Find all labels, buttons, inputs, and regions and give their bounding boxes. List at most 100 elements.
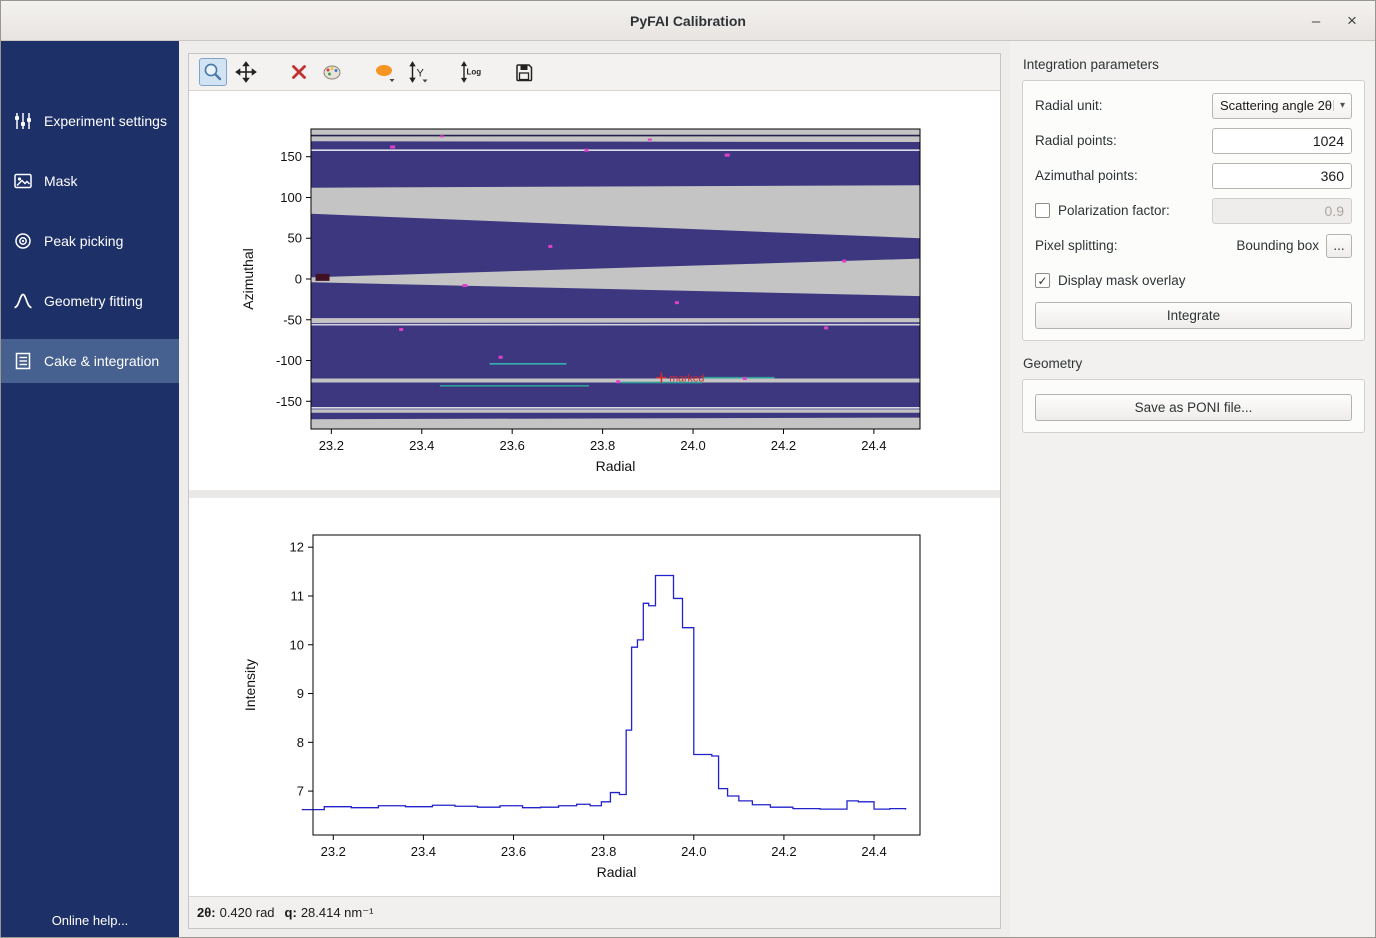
cake-plot[interactable]: marked23.223.423.623.824.024.224.4-150-1…: [189, 91, 1000, 490]
svg-text:23.2: 23.2: [321, 844, 346, 859]
chevron-down-icon: [423, 80, 428, 83]
svg-text:23.8: 23.8: [590, 438, 615, 453]
tth-value: 0.420 rad: [220, 905, 275, 920]
log-axis-icon: Log: [459, 61, 483, 83]
geometry-title: Geometry: [1023, 356, 1365, 371]
online-help-link[interactable]: Online help...: [1, 913, 179, 928]
radial-unit-value: Scattering angle 2θ: [1213, 98, 1333, 113]
sidebar-item-label: Experiment settings: [44, 113, 167, 129]
svg-text:-50: -50: [283, 312, 302, 327]
svg-text:24.0: 24.0: [681, 844, 706, 859]
colormap-button[interactable]: [318, 58, 346, 86]
clear-button[interactable]: [285, 58, 313, 86]
ellipse-icon: [374, 61, 396, 83]
save-poni-button[interactable]: Save as PONI file...: [1035, 394, 1352, 421]
check-icon: ✓: [1037, 274, 1047, 288]
svg-text:23.4: 23.4: [411, 844, 436, 859]
pixel-splitting-value: Bounding box: [1236, 238, 1319, 253]
aspect-ratio-button[interactable]: [371, 58, 399, 86]
svg-text:11: 11: [291, 588, 305, 603]
svg-text:Azimuthal: Azimuthal: [240, 248, 256, 309]
y-axis-direction-button[interactable]: Y: [404, 58, 432, 86]
svg-text:23.6: 23.6: [500, 438, 525, 453]
integration-list-icon: [11, 351, 35, 371]
mask-overlay-checkbox[interactable]: ✓: [1035, 273, 1050, 288]
plot-toolbar: Y Log: [189, 54, 1000, 91]
sidebar-item-label: Peak picking: [44, 233, 123, 249]
geometry-groupbox: Save as PONI file...: [1022, 379, 1365, 433]
peak-curve-icon: [11, 291, 35, 311]
chevron-down-icon: ▾: [1333, 100, 1351, 111]
palette-icon: [321, 61, 343, 83]
sidebar-item-geometry-fitting[interactable]: Geometry fitting: [1, 279, 179, 323]
svg-text:23.2: 23.2: [319, 438, 344, 453]
sidebar-item-label: Cake & integration: [44, 353, 159, 369]
svg-text:-150: -150: [276, 394, 302, 409]
azimuthal-points-input[interactable]: 360: [1212, 163, 1352, 189]
svg-text:24.2: 24.2: [771, 438, 796, 453]
polarization-row: Polarization factor: 0.9: [1035, 197, 1352, 224]
magnifier-icon: [202, 61, 224, 83]
floppy-disk-icon: [513, 61, 535, 83]
svg-text:9: 9: [297, 686, 304, 701]
titlebar: PyFAI Calibration – ×: [1, 1, 1375, 41]
svg-text:24.0: 24.0: [680, 438, 705, 453]
integration-plot[interactable]: 23.223.423.623.824.024.224.4789101112Rad…: [189, 498, 1000, 896]
mask-overlay-label: Display mask overlay: [1058, 273, 1352, 288]
polarization-checkbox[interactable]: [1035, 203, 1050, 218]
svg-text:Radial: Radial: [597, 864, 637, 880]
pan-arrows-icon: [235, 61, 257, 83]
zoom-mode-button[interactable]: [199, 58, 227, 86]
svg-text:24.4: 24.4: [861, 844, 886, 859]
svg-text:10: 10: [290, 637, 304, 652]
window-title: PyFAI Calibration: [630, 13, 746, 29]
sidebar-item-peak-picking[interactable]: Peak picking: [1, 219, 179, 263]
sidebar-item-mask[interactable]: Mask: [1, 159, 179, 203]
svg-text:0: 0: [295, 272, 302, 287]
sidebar-item-experiment-settings[interactable]: Experiment settings: [1, 99, 179, 143]
integration-parameters-title: Integration parameters: [1023, 57, 1365, 72]
pixel-splitting-more-button[interactable]: ...: [1326, 234, 1352, 258]
svg-text:12: 12: [290, 540, 304, 555]
integrate-button[interactable]: Integrate: [1035, 302, 1352, 329]
save-snapshot-button[interactable]: [510, 58, 538, 86]
mask-overlay-row: ✓ Display mask overlay: [1035, 267, 1352, 294]
sidebar: Experiment settings Mask Peak picking Ge…: [1, 41, 179, 937]
target-icon: [11, 231, 35, 251]
pyfai-window: PyFAI Calibration – × Experiment setting…: [0, 0, 1376, 938]
q-value: 28.414 nm⁻¹: [301, 905, 374, 921]
log-scale-button[interactable]: Log: [457, 58, 485, 86]
radial-points-value: 1024: [1313, 133, 1344, 149]
mask-image-icon: [11, 171, 35, 191]
polarization-label: Polarization factor:: [1058, 203, 1212, 218]
svg-text:Log: Log: [467, 68, 482, 77]
tth-label: 2θ:: [197, 905, 216, 920]
sliders-icon: [11, 111, 35, 131]
plot-separator: [189, 490, 1000, 498]
q-label: q:: [285, 905, 297, 920]
minimize-button[interactable]: –: [1299, 1, 1333, 41]
svg-text:Radial: Radial: [596, 458, 636, 474]
y-axis-icon: Y: [407, 61, 429, 83]
azimuthal-points-row: Azimuthal points: 360: [1035, 162, 1352, 189]
integration-groupbox: Radial unit: Scattering angle 2θ ▾ Radia…: [1022, 80, 1365, 341]
radial-unit-select[interactable]: Scattering angle 2θ ▾: [1212, 93, 1352, 119]
svg-text:-100: -100: [276, 353, 302, 368]
main-area: Y Log marked 23.2 23.4 23.6 23.8 24.0 24.2 24.4…: [179, 41, 1010, 937]
chevron-down-icon: [390, 79, 395, 82]
polarization-value: 0.9: [1325, 203, 1344, 219]
azimuthal-points-value: 360: [1321, 168, 1344, 184]
close-button[interactable]: ×: [1335, 1, 1369, 41]
sidebar-item-cake-integration[interactable]: Cake & integration: [1, 339, 179, 383]
integration-panel: Integration parameters Radial unit: Scat…: [1010, 41, 1376, 937]
radial-points-input[interactable]: 1024: [1212, 128, 1352, 154]
azimuthal-points-label: Azimuthal points:: [1035, 168, 1212, 183]
pixel-splitting-row: Pixel splitting: Bounding box ...: [1035, 232, 1352, 259]
red-cross-icon: [288, 61, 310, 83]
radial-unit-row: Radial unit: Scattering angle 2θ ▾: [1035, 92, 1352, 119]
svg-text:24.2: 24.2: [771, 844, 796, 859]
pan-mode-button[interactable]: [232, 58, 260, 86]
svg-text:marked: marked: [669, 373, 704, 385]
svg-text:150: 150: [280, 149, 302, 164]
radial-points-label: Radial points:: [1035, 133, 1212, 148]
